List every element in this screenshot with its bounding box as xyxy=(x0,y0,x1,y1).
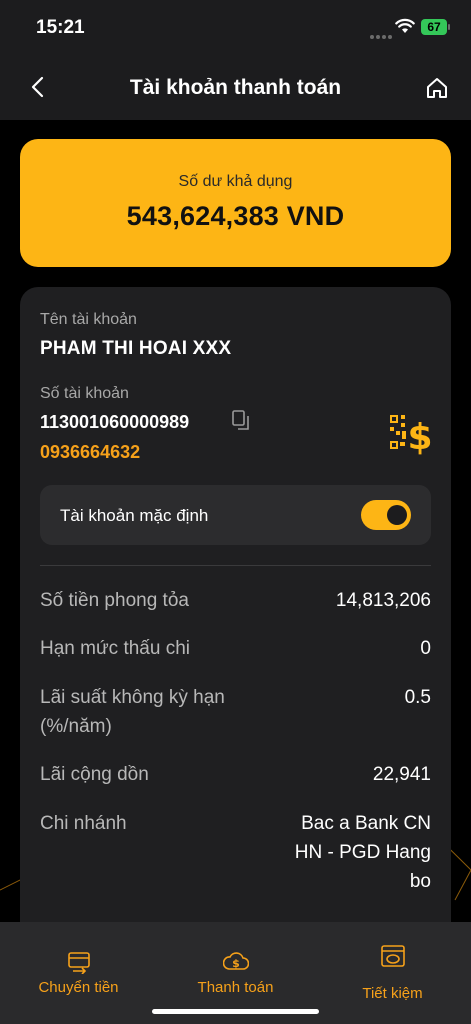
interest-rate-value: 0.5 xyxy=(404,687,431,708)
tab-savings-label: Tiết kiệm xyxy=(362,985,423,1002)
toggle-knob xyxy=(387,505,407,525)
tab-transfer[interactable]: Chuyển tiền xyxy=(0,922,157,1024)
account-details-card: Tên tài khoản PHAM THI HOAI XXX Số tài k… xyxy=(20,287,451,947)
balance-amount: 543,624,383 VND xyxy=(126,201,345,231)
accrued-interest-value: 22,941 xyxy=(372,764,431,785)
branch-value: Bac a Bank CN HN - PGD Hang bo xyxy=(294,813,431,892)
account-number-label: Số tài khoản xyxy=(40,385,129,402)
account-number: 113001060000989 xyxy=(40,412,190,432)
wifi-icon xyxy=(395,18,415,33)
interest-rate-label: Lãi suất không kỳ hạn (%/năm) xyxy=(40,687,225,737)
default-account-label: Tài khoản mặc định xyxy=(60,506,209,525)
divider xyxy=(40,565,431,566)
blocked-amount-label: Số tiền phong tỏa xyxy=(40,590,189,611)
battery-indicator: 67 xyxy=(421,19,450,35)
tab-transfer-label: Chuyển tiền xyxy=(38,979,119,996)
home-icon[interactable] xyxy=(423,74,451,102)
balance-card: Số dư khả dụng 543,624,383 VND xyxy=(20,139,451,267)
signal-dots-icon xyxy=(370,26,396,39)
qr-payment-icon[interactable]: $ xyxy=(388,411,434,457)
status-bar: 15:21 67 xyxy=(0,0,471,56)
svg-text:$: $ xyxy=(232,957,240,970)
balance-label: Số dư khả dụng xyxy=(178,173,293,190)
savings-icon xyxy=(380,945,405,967)
status-time: 15:21 xyxy=(36,17,85,38)
svg-text:$: $ xyxy=(407,417,432,457)
overdraft-limit-label: Hạn mức thấu chi xyxy=(40,638,191,659)
branch-label: Chi nhánh xyxy=(40,813,127,834)
account-name-label: Tên tài khoản xyxy=(40,311,137,328)
blocked-amount-value: 14,813,206 xyxy=(335,590,431,611)
tab-savings[interactable]: Tiết kiệm xyxy=(314,922,471,1024)
accrued-interest-label: Lãi cộng dồn xyxy=(40,764,149,785)
account-name: PHAM THI HOAI XXX xyxy=(40,338,232,359)
transfer-icon xyxy=(67,952,90,974)
default-account-row: Tài khoản mặc định xyxy=(40,485,431,545)
overdraft-limit-value: 0 xyxy=(420,638,431,659)
page-title: Tài khoản thanh toán xyxy=(129,76,342,99)
home-indicator xyxy=(152,1009,319,1014)
payment-icon: $ xyxy=(222,952,249,970)
copy-icon[interactable] xyxy=(231,410,251,432)
account-phone: 0936664632 xyxy=(40,442,141,462)
nav-header: Tài khoản thanh toán xyxy=(0,56,471,120)
tab-payment-label: Thanh toán xyxy=(197,979,274,996)
default-account-toggle[interactable] xyxy=(361,500,411,530)
